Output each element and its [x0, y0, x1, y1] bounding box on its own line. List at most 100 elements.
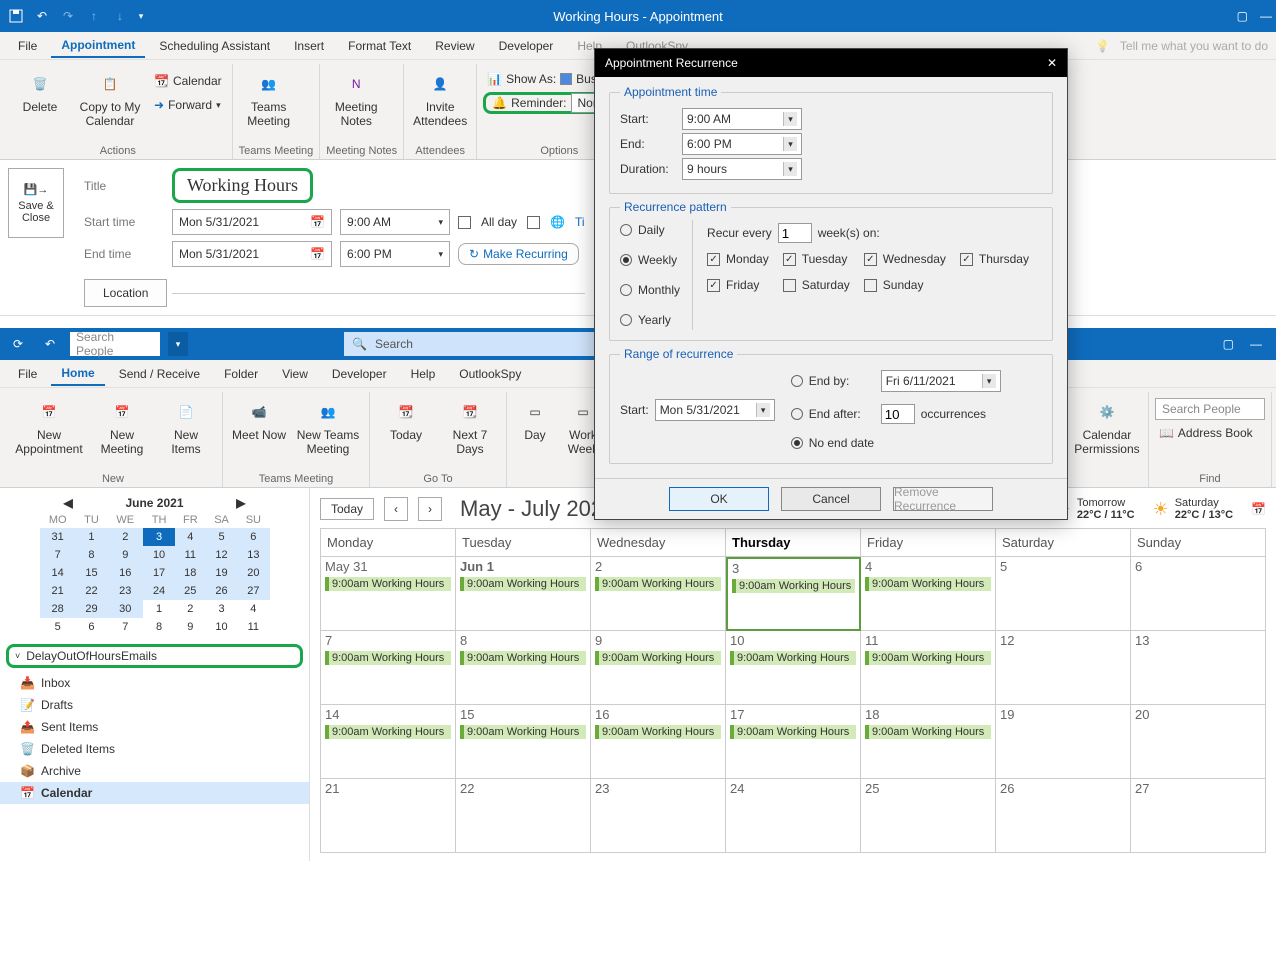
radio-monthly[interactable]: Monthly — [620, 283, 680, 297]
calendar-cell[interactable]: 99:00am Working Hours — [591, 631, 726, 705]
minical-day[interactable]: 13 — [237, 546, 269, 564]
tab-review[interactable]: Review — [425, 35, 484, 57]
minimize-icon[interactable]: — — [1250, 337, 1262, 351]
location-button[interactable]: Location — [84, 279, 167, 307]
minical-day[interactable]: 31 — [40, 528, 76, 546]
calendar-event[interactable]: 9:00am Working Hours — [730, 651, 856, 665]
make-recurring-button[interactable]: ↻Make Recurring — [458, 243, 579, 265]
copy-to-calendar-button[interactable]: 📋 Copy to My Calendar — [74, 64, 146, 133]
minical-day[interactable]: 8 — [143, 618, 174, 636]
calendar-cell[interactable]: 21 — [321, 779, 456, 853]
new-appointment-button[interactable]: 📅New Appointment — [10, 392, 88, 461]
qat-dropdown-icon[interactable]: ▾ — [134, 4, 148, 28]
minical-day[interactable]: 28 — [40, 600, 76, 618]
minical-day[interactable]: 7 — [107, 618, 143, 636]
chk-friday[interactable]: Friday — [707, 278, 769, 292]
calendar-cell[interactable]: 79:00am Working Hours — [321, 631, 456, 705]
chk-tuesday[interactable]: Tuesday — [783, 252, 850, 266]
calendar-cell[interactable]: 19 — [996, 705, 1131, 779]
chk-sunday[interactable]: Sunday — [864, 278, 946, 292]
calendar-event[interactable]: 9:00am Working Hours — [325, 577, 451, 591]
tab-sendreceive[interactable]: Send / Receive — [109, 363, 210, 385]
calendar-cell[interactable]: 89:00am Working Hours — [456, 631, 591, 705]
start-time-field[interactable]: 9:00 AM▾ — [340, 209, 450, 235]
tab-file[interactable]: File — [8, 363, 47, 385]
next-month-icon[interactable]: ▶ — [236, 496, 245, 510]
undo-icon[interactable]: ↶ — [38, 332, 62, 356]
mini-calendar[interactable]: ◀June 2021▶ MOTUWETHFRSASU31123456789101… — [40, 494, 270, 636]
folder-sent[interactable]: 📤Sent Items — [0, 716, 309, 738]
minical-day[interactable]: 23 — [107, 582, 143, 600]
tab-folder[interactable]: Folder — [214, 363, 268, 385]
save-icon[interactable] — [4, 4, 28, 28]
minical-day[interactable]: 4 — [237, 600, 269, 618]
chk-monday[interactable]: Monday — [707, 252, 769, 266]
calendar-cell[interactable]: Jun 19:00am Working Hours — [456, 557, 591, 631]
minical-day[interactable]: 20 — [237, 564, 269, 582]
calendar-cell[interactable]: 109:00am Working Hours — [726, 631, 861, 705]
tab-insert[interactable]: Insert — [284, 35, 334, 57]
calendar-event[interactable]: 9:00am Working Hours — [460, 725, 586, 739]
calendar-cell[interactable]: 6 — [1131, 557, 1266, 631]
recur-every-input[interactable] — [778, 223, 812, 243]
tab-home[interactable]: Home — [51, 362, 104, 386]
chk-wednesday[interactable]: Wednesday — [864, 252, 946, 266]
search-people-input[interactable]: Search People — [70, 332, 160, 356]
minical-day[interactable]: 2 — [107, 528, 143, 546]
allday-checkbox[interactable] — [458, 216, 471, 229]
calendar-cell[interactable]: 49:00am Working Hours — [861, 557, 996, 631]
ok-button[interactable]: OK — [669, 487, 769, 511]
meet-now-button[interactable]: 📹Meet Now — [229, 392, 289, 446]
calendar-cell[interactable]: 189:00am Working Hours — [861, 705, 996, 779]
calendar-cell[interactable]: 5 — [996, 557, 1131, 631]
tab-format[interactable]: Format Text — [338, 35, 421, 57]
minical-day[interactable]: 5 — [206, 528, 237, 546]
minical-day[interactable]: 1 — [143, 600, 174, 618]
minical-day[interactable]: 10 — [143, 546, 174, 564]
calendar-picker-icon[interactable]: 📅 — [310, 215, 325, 229]
chevron-down-icon[interactable]: ▾ — [438, 217, 443, 228]
folder-deleted[interactable]: 🗑️Deleted Items — [0, 738, 309, 760]
calendar-cell[interactable]: 22 — [456, 779, 591, 853]
prev-month-icon[interactable]: ◀ — [64, 496, 73, 510]
calendar-event[interactable]: 9:00am Working Hours — [732, 579, 855, 593]
down-icon[interactable]: ↓ — [108, 4, 132, 28]
minical-day[interactable]: 6 — [237, 528, 269, 546]
minical-day[interactable]: 25 — [175, 582, 206, 600]
today-button[interactable]: 📆Today — [376, 392, 436, 446]
minical-day[interactable]: 10 — [206, 618, 237, 636]
calendar-cell[interactable]: 179:00am Working Hours — [726, 705, 861, 779]
minical-day[interactable]: 7 — [40, 546, 76, 564]
radio-endafter[interactable]: End after:occurrences — [791, 404, 1001, 424]
minical-day[interactable]: 15 — [76, 564, 107, 582]
prev-range-button[interactable]: ‹ — [384, 497, 408, 521]
minical-day[interactable]: 16 — [107, 564, 143, 582]
end-date-field[interactable]: Mon 5/31/2021📅 — [172, 241, 332, 267]
chevron-down-icon[interactable]: ▾ — [438, 249, 443, 260]
close-icon[interactable]: ✕ — [1047, 56, 1057, 70]
radio-noend[interactable]: No end date — [791, 436, 1001, 450]
range-start-combo[interactable]: Mon 5/31/2021▾ — [655, 399, 775, 421]
minical-day[interactable]: 14 — [40, 564, 76, 582]
calendar-cell[interactable]: 13 — [1131, 631, 1266, 705]
minical-day[interactable]: 18 — [175, 564, 206, 582]
new-teams-meeting-button[interactable]: 👥New Teams Meeting — [293, 392, 363, 461]
minical-day[interactable]: 5 — [40, 618, 76, 636]
tab-scheduling[interactable]: Scheduling Assistant — [149, 35, 280, 57]
minical-day[interactable]: 26 — [206, 582, 237, 600]
minical-day[interactable]: 11 — [175, 546, 206, 564]
cancel-button[interactable]: Cancel — [781, 487, 881, 511]
address-book-button[interactable]: 📖Address Book — [1155, 422, 1265, 444]
meeting-notes-button[interactable]: NMeeting Notes — [326, 64, 386, 133]
minical-day[interactable]: 4 — [175, 528, 206, 546]
calendar-event[interactable]: 9:00am Working Hours — [865, 725, 991, 739]
new-items-button[interactable]: 📄New Items — [156, 392, 216, 461]
minical-day[interactable]: 3 — [206, 600, 237, 618]
calendar-cell[interactable]: 169:00am Working Hours — [591, 705, 726, 779]
end-time-field[interactable]: 6:00 PM▾ — [340, 241, 450, 267]
dlg-start-combo[interactable]: 9:00 AM▾ — [682, 108, 802, 130]
minical-day[interactable]: 24 — [143, 582, 174, 600]
minimize-icon[interactable]: — — [1260, 9, 1272, 23]
start-date-field[interactable]: Mon 5/31/2021📅 — [172, 209, 332, 235]
calendar-cell[interactable]: 27 — [1131, 779, 1266, 853]
